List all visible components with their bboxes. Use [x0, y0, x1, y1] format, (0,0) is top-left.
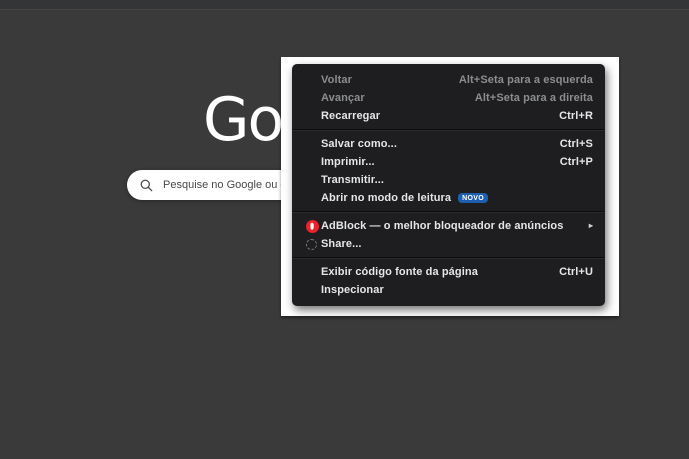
menu-item-label: Exibir código fonte da página: [321, 266, 478, 278]
menu-item-label: Abrir no modo de leitura: [321, 192, 451, 204]
menu-item-transmitir[interactable]: Transmitir...: [292, 171, 605, 189]
submenu-arrow-icon: ▸: [589, 222, 593, 230]
menu-item-label: Voltar: [321, 74, 352, 86]
menu-item-imprimir[interactable]: Imprimir... Ctrl+P: [292, 153, 605, 171]
menu-item-label: Inspecionar: [321, 284, 384, 296]
search-bar[interactable]: Pesquise no Google ou digite u: [127, 170, 305, 200]
menu-item-salvar-como[interactable]: Salvar como... Ctrl+S: [292, 135, 605, 153]
menu-item-avancar: Avançar Alt+Seta para a direita: [292, 89, 605, 107]
top-strip: [0, 0, 689, 10]
share-icon: [306, 239, 317, 250]
menu-item-shortcut: Ctrl+U: [539, 266, 593, 278]
menu-item-label: Imprimir...: [321, 156, 375, 168]
menu-item-voltar: Voltar Alt+Seta para a esquerda: [292, 71, 605, 89]
browser-viewport: Goo Pesquise no Google ou digite u Volta…: [0, 0, 689, 459]
menu-separator: [292, 257, 605, 259]
menu-item-recarregar[interactable]: Recarregar Ctrl+R: [292, 107, 605, 125]
menu-backdrop: Voltar Alt+Seta para a esquerda Avançar Alt…: [281, 57, 619, 316]
menu-item-label: AdBlock — o melhor bloqueador de anúncio…: [321, 220, 563, 232]
menu-separator: [292, 211, 605, 213]
share-icon: [306, 239, 321, 250]
search-icon: [140, 179, 153, 192]
novo-badge: NOVO: [458, 193, 488, 203]
menu-item-label: Avançar: [321, 92, 365, 104]
menu-item-label: Transmitir...: [321, 174, 384, 186]
menu-item-exibir-codigo-fonte[interactable]: Exibir código fonte da página Ctrl+U: [292, 263, 605, 281]
menu-item-abrir-modo-leitura[interactable]: Abrir no modo de leitura NOVO: [292, 189, 605, 207]
context-menu: Voltar Alt+Seta para a esquerda Avançar Alt…: [292, 64, 605, 306]
menu-separator: [292, 129, 605, 131]
adblock-icon: [306, 220, 321, 233]
menu-item-label: Share...: [321, 238, 362, 250]
menu-item-shortcut: Ctrl+R: [539, 110, 593, 122]
menu-item-adblock[interactable]: AdBlock — o melhor bloqueador de anúncio…: [292, 217, 605, 235]
menu-item-shortcut: Alt+Seta para a direita: [455, 92, 593, 104]
menu-item-shortcut: Ctrl+S: [540, 138, 593, 150]
menu-item-inspecionar[interactable]: Inspecionar: [292, 281, 605, 299]
menu-item-shortcut: Alt+Seta para a esquerda: [439, 74, 593, 86]
menu-item-label: Salvar como...: [321, 138, 397, 150]
menu-item-label: Recarregar: [321, 110, 380, 122]
adblock-icon: [306, 220, 319, 233]
menu-item-share[interactable]: Share...: [292, 235, 605, 253]
menu-item-shortcut: Ctrl+P: [540, 156, 593, 168]
